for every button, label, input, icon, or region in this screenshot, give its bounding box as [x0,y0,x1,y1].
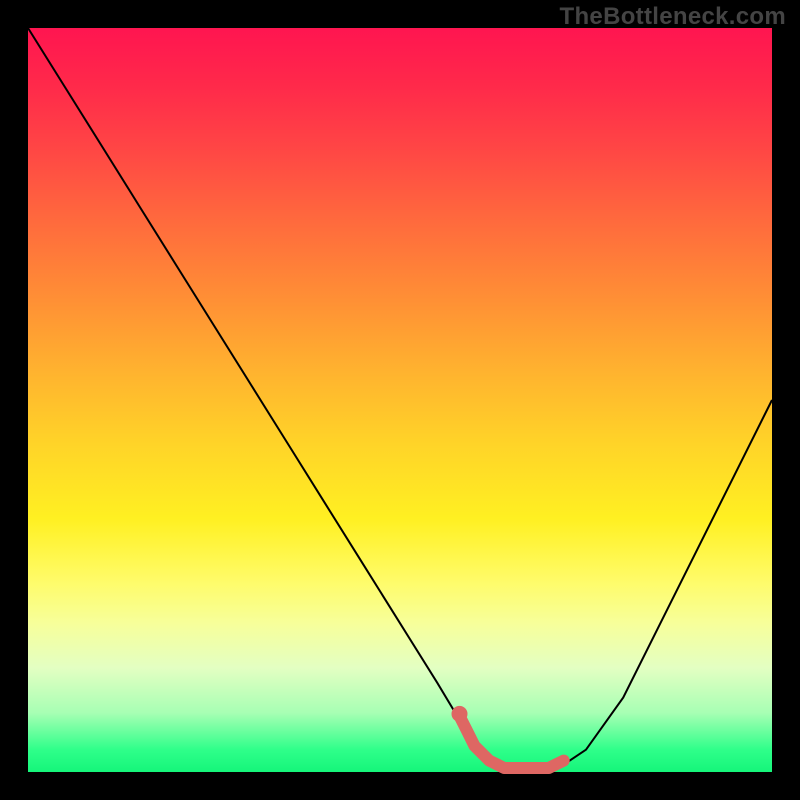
watermark-text: TheBottleneck.com [560,3,786,31]
chart-frame: TheBottleneck.com [0,0,800,800]
chart-svg [28,28,772,772]
optimal-start-dot [452,706,468,722]
optimal-range-marker [460,716,564,768]
bottleneck-curve [28,28,772,772]
plot-area [28,28,772,772]
